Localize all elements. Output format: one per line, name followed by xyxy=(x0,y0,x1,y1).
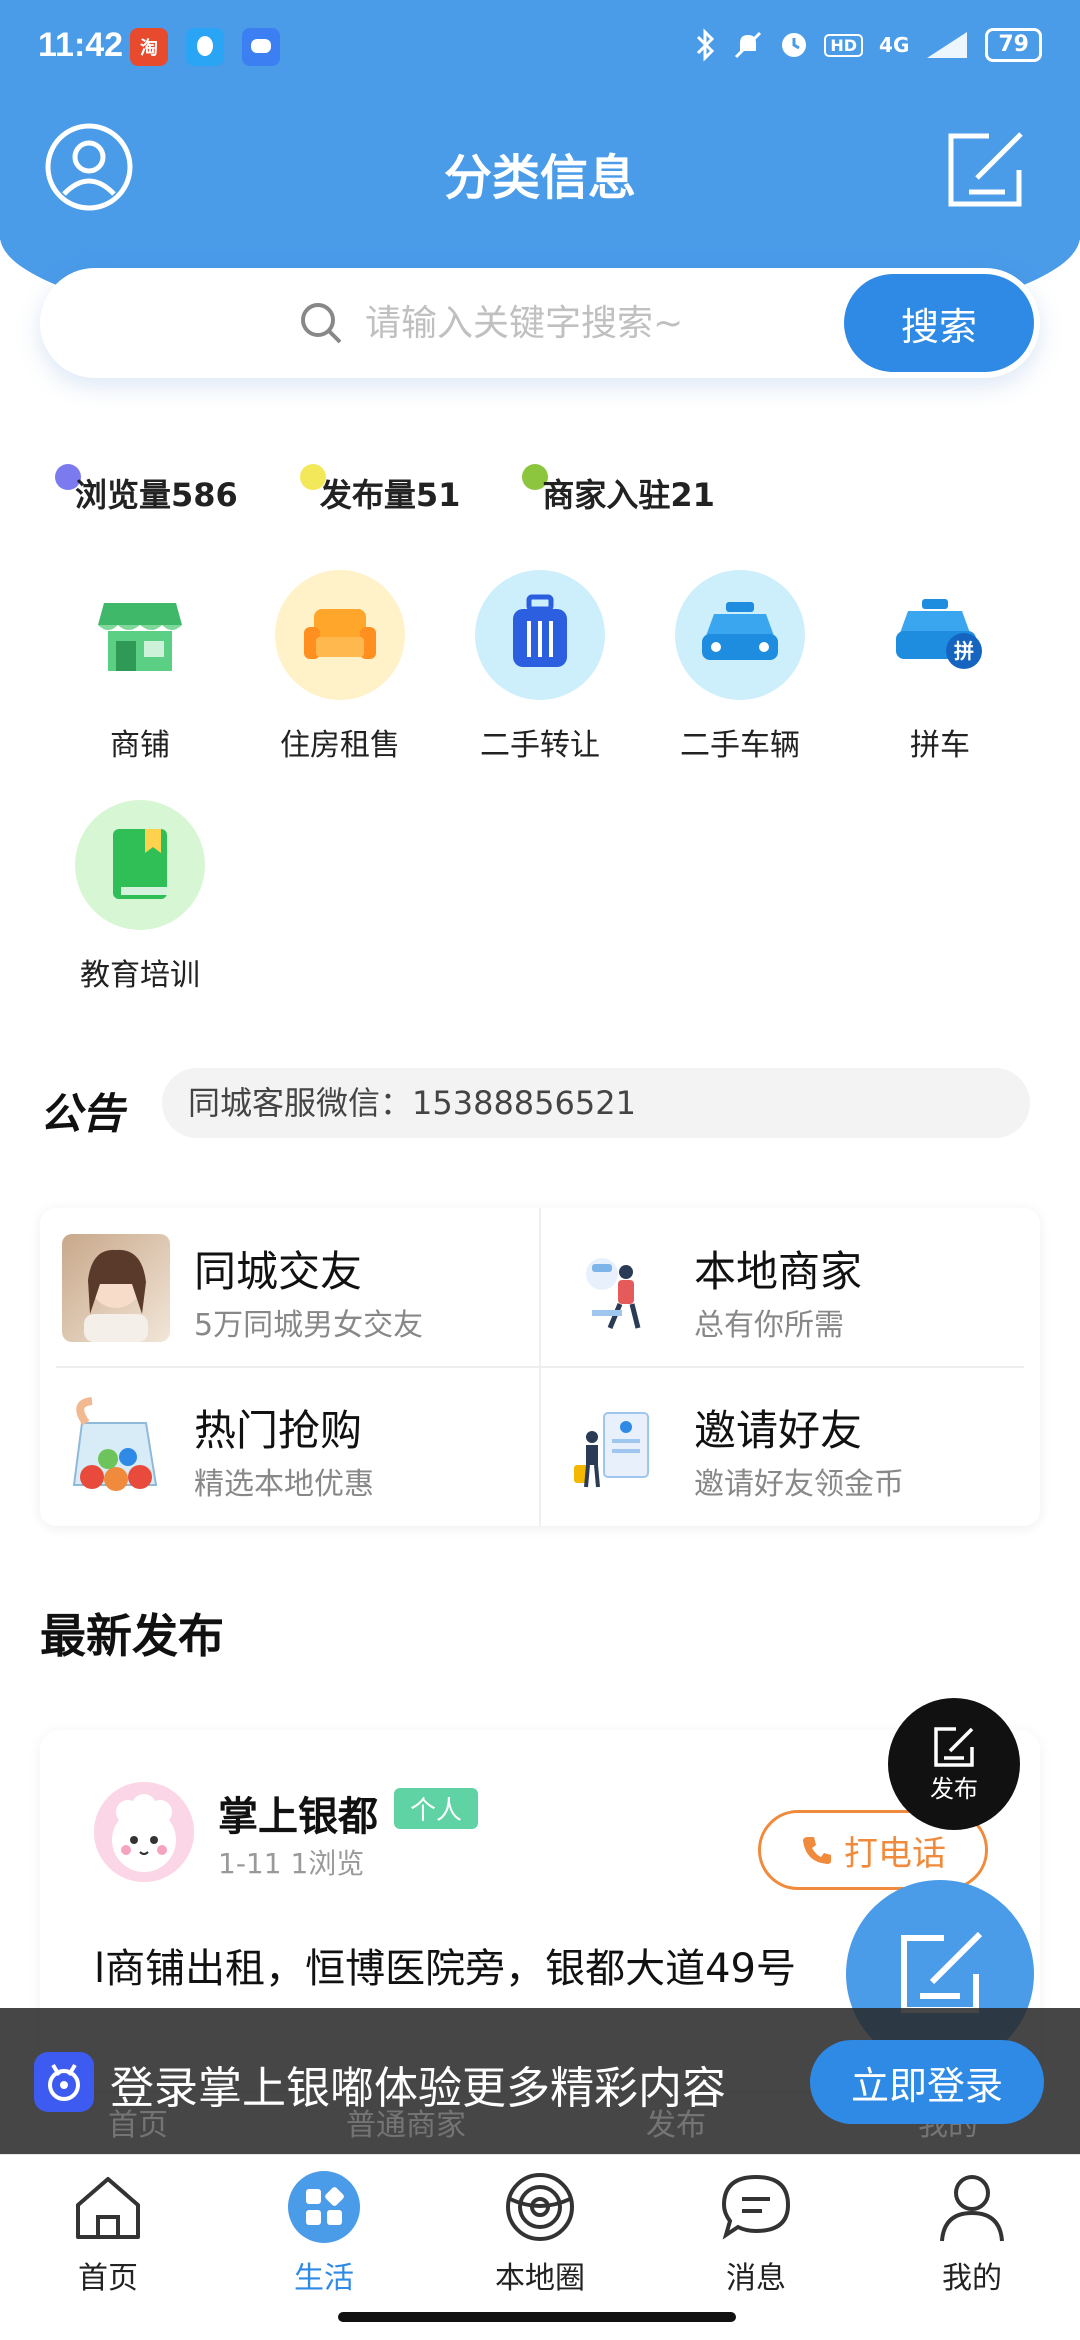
feature-panel: 同城交友 5万同城男女交友 本地商家 总有你所需 热门抢购 精选本地优惠 邀请好… xyxy=(40,1208,1040,1526)
login-prompt-text: 登录掌上银嘟体验更多精彩内容 xyxy=(110,2063,726,2114)
life-icon xyxy=(288,2171,360,2243)
search-bar: 搜索 xyxy=(40,268,1040,378)
stats-row: 浏览量586 发布量51 商家入驻21 xyxy=(55,464,777,516)
book-icon xyxy=(75,800,205,930)
feature-invite-friends[interactable]: 邀请好友 邀请好友领金币 xyxy=(540,1367,1040,1526)
dating-thumbnail xyxy=(62,1234,170,1342)
carpool-icon: 拼 xyxy=(875,570,1005,700)
shop-icon xyxy=(75,570,205,700)
status-app-icons: 淘 xyxy=(130,28,280,66)
nav-item-local-circle[interactable]: 本地圈 xyxy=(460,2169,620,2297)
nav-item-life[interactable]: 生活 xyxy=(244,2169,404,2297)
feature-hot-deals[interactable]: 热门抢购 精选本地优惠 xyxy=(40,1367,540,1526)
bluetooth-icon xyxy=(697,28,715,62)
category-label: 住房租售 xyxy=(280,728,400,763)
category-shop[interactable]: 商铺 xyxy=(40,570,240,764)
poster-avatar[interactable] xyxy=(94,1782,194,1882)
home-indicator xyxy=(338,2312,736,2322)
mute-icon xyxy=(735,31,762,59)
phone-icon xyxy=(803,1837,831,1864)
category-label: 二手转让 xyxy=(480,728,600,763)
login-button[interactable]: 立即登录 xyxy=(810,2040,1044,2124)
stat-views: 浏览量586 xyxy=(55,464,238,516)
category-education[interactable]: 教育培训 xyxy=(40,800,240,994)
category-label: 商铺 xyxy=(110,728,170,763)
message-icon xyxy=(721,2174,791,2240)
merchant-illustration-icon xyxy=(562,1234,670,1342)
edit-icon xyxy=(901,1931,983,2013)
car-icon xyxy=(675,570,805,700)
invite-illustration-icon xyxy=(562,1393,670,1501)
page-title: 分类信息 xyxy=(443,150,636,206)
clock-icon xyxy=(782,33,807,57)
feature-subtitle: 总有你所需 xyxy=(694,1308,844,1343)
publish-floating-button[interactable]: 发布 xyxy=(888,1698,1020,1830)
feature-local-merchants[interactable]: 本地商家 总有你所需 xyxy=(540,1208,1040,1367)
stat-merchants: 商家入驻21 xyxy=(522,464,715,516)
profile-icon xyxy=(940,2175,1004,2242)
search-button[interactable]: 搜索 xyxy=(844,274,1034,372)
poster-name: 掌上银都 xyxy=(218,1794,378,1840)
nav-item-profile[interactable]: 我的 xyxy=(892,2169,1052,2297)
nav-label: 我的 xyxy=(942,2261,1002,2296)
nav-label: 生活 xyxy=(294,2261,354,2296)
stat-posts: 发布量51 xyxy=(299,464,461,516)
edit-icon xyxy=(934,1726,974,1767)
shopping-bag-icon xyxy=(62,1393,170,1501)
app-logo-icon xyxy=(34,2052,94,2112)
network-type: 4G xyxy=(879,33,910,57)
edit-icon xyxy=(948,132,1023,207)
poster-type-badge: 个人 xyxy=(394,1788,479,1829)
category-carpool[interactable]: 拼 拼车 xyxy=(840,570,1040,764)
category-label: 拼车 xyxy=(910,728,970,763)
post-content: l商铺出租，恒博医院旁，银都大道49号 xyxy=(94,1946,797,1992)
category-secondhand[interactable]: 二手转让 xyxy=(440,570,640,764)
status-indicators: HD 4G 79 xyxy=(694,28,1042,62)
nav-label: 首页 xyxy=(78,2261,138,2296)
feature-subtitle: 邀请好友领金币 xyxy=(694,1467,904,1502)
stat-label: 发布量51 xyxy=(319,476,461,514)
nav-label: 消息 xyxy=(726,2261,786,2296)
compose-button[interactable] xyxy=(945,130,1025,210)
feature-title: 邀请好友 xyxy=(694,1406,863,1455)
search-input[interactable] xyxy=(365,296,815,350)
feature-subtitle: 5万同城男女交友 xyxy=(194,1308,424,1343)
notice-logo: 公告 xyxy=(40,1089,125,1138)
notice-text[interactable]: 同城客服微信：15388856521 xyxy=(162,1068,1030,1138)
feature-title: 本地商家 xyxy=(694,1247,863,1296)
publish-label: 发布 xyxy=(930,1774,978,1803)
signal-icon xyxy=(927,32,968,58)
taobao-app-icon: 淘 xyxy=(130,28,168,66)
category-vehicles[interactable]: 二手车辆 xyxy=(640,570,840,764)
sofa-icon xyxy=(275,570,405,700)
stat-label: 商家入驻21 xyxy=(542,476,715,514)
feature-title: 热门抢购 xyxy=(194,1406,363,1455)
home-icon xyxy=(76,2177,140,2239)
status-bar: 11:42 淘 HD 4G 79 xyxy=(0,0,1080,96)
nav-item-messages[interactable]: 消息 xyxy=(676,2169,836,2297)
feature-title: 同城交友 xyxy=(194,1247,363,1296)
category-housing[interactable]: 住房租售 xyxy=(240,570,440,764)
nav-item-home[interactable]: 首页 xyxy=(28,2169,188,2297)
call-button-label: 打电话 xyxy=(844,1833,946,1874)
category-label: 教育培训 xyxy=(80,958,200,993)
post-meta: 1-11 1浏览 xyxy=(218,1847,365,1880)
feature-dating[interactable]: 同城交友 5万同城男女交友 xyxy=(40,1208,540,1367)
stat-label: 浏览量586 xyxy=(75,476,238,514)
local-circle-icon xyxy=(506,2173,574,2241)
login-prompt-banner: 首页 普通商家 发布 我的 登录掌上银嘟体验更多精彩内容 立即登录 xyxy=(0,2008,1080,2154)
feature-subtitle: 精选本地优惠 xyxy=(194,1467,374,1502)
nav-label: 本地圈 xyxy=(495,2261,585,2296)
hd-indicator: HD xyxy=(824,33,864,57)
qq-app-icon xyxy=(186,28,224,66)
battery-indicator: 79 xyxy=(985,28,1042,62)
category-label: 二手车辆 xyxy=(680,728,800,763)
svg-text:拼: 拼 xyxy=(954,639,974,663)
suitcase-icon xyxy=(475,570,605,700)
chat-app-icon xyxy=(242,28,280,66)
search-icon xyxy=(301,303,342,344)
section-title-latest: 最新发布 xyxy=(40,1609,224,1663)
status-time: 11:42 xyxy=(38,26,124,64)
